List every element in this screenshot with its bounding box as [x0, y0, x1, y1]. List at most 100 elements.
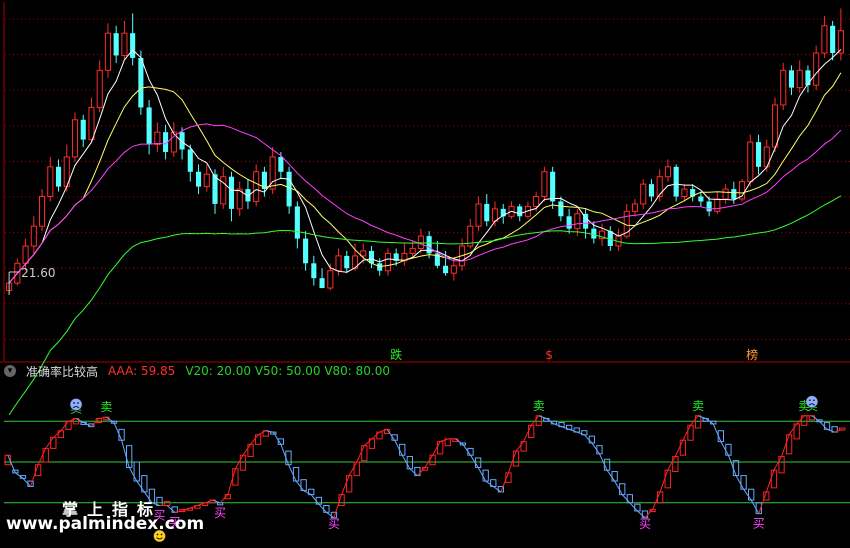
candle-body-down	[648, 184, 655, 197]
oscillator-bar	[65, 420, 72, 430]
oscillator-segment	[492, 486, 502, 493]
oscillator-segment	[136, 480, 145, 493]
ma10-line	[8, 72, 842, 284]
oscillator-segment	[174, 510, 183, 513]
candle-body-down	[484, 203, 490, 222]
candle-body-down	[517, 206, 523, 217]
candle-body-up	[541, 171, 548, 198]
oscillator-segment	[477, 467, 487, 482]
oscillator-bar	[482, 469, 489, 482]
oscillator-segment	[834, 428, 843, 433]
oscillator-segment	[659, 469, 669, 493]
oscillator-segment	[765, 469, 775, 493]
candle-body-up	[360, 250, 367, 257]
sell-marker: 卖	[100, 400, 112, 414]
oscillator-bar	[770, 469, 778, 489]
face-eye	[808, 399, 811, 402]
oscillator-segment	[272, 431, 282, 445]
candle-body-down	[146, 107, 152, 145]
oscillator-segment	[614, 480, 623, 495]
face-eye	[812, 399, 815, 402]
oscillator-segment	[568, 428, 577, 433]
oscillator-segment	[530, 415, 540, 426]
oscillator-segment	[417, 467, 426, 476]
candle-body-up	[71, 119, 79, 158]
oscillator-segment	[576, 431, 585, 436]
oscillator-segment	[22, 477, 31, 487]
oscillator-bar	[725, 443, 732, 456]
stock-chart[interactable]: 21.60跌$榜 卖卖卖卖卖卖买买买买买买	[0, 0, 850, 544]
oscillator-segment	[98, 416, 107, 419]
oscillator-bar	[50, 437, 57, 449]
oscillator-segment	[363, 438, 373, 447]
candle-body-down	[673, 166, 679, 197]
oscillator-segment	[128, 467, 138, 482]
oscillator-segment	[674, 440, 684, 457]
oscillator-segment	[7, 455, 16, 474]
oscillator-bar	[399, 443, 406, 456]
candle-body-down	[830, 25, 836, 54]
oscillator-bar	[619, 483, 626, 496]
candle-body-up	[747, 141, 754, 183]
oscillator-bar	[596, 445, 603, 455]
oscillator-segment	[781, 434, 790, 457]
oscillator-segment	[735, 475, 745, 490]
oscillator-segment	[45, 437, 54, 449]
oscillator-segment	[788, 423, 798, 436]
oscillator-segment	[75, 418, 84, 424]
chevron-down-icon[interactable]: ▾	[4, 365, 16, 377]
candle-body-down	[706, 201, 712, 212]
oscillator-bar	[785, 434, 793, 455]
oscillator-segment	[561, 426, 570, 430]
candle-body-up	[220, 176, 227, 205]
candle-body-up	[121, 32, 128, 56]
candle-body-up	[417, 235, 424, 249]
candle-body-up	[47, 166, 54, 198]
candle-body-down	[443, 265, 449, 274]
sad-face-icon	[69, 398, 83, 411]
oscillator-bar	[254, 434, 262, 445]
oscillator-segment	[697, 415, 706, 419]
oscillator-segment	[462, 444, 471, 456]
ma60-line	[8, 195, 842, 416]
candle-body-up	[203, 173, 210, 188]
oscillator-segment	[743, 488, 752, 501]
oscillator-bar	[292, 466, 300, 482]
candle-body-up	[39, 196, 46, 227]
oscillator-segment	[242, 444, 251, 456]
candle-body-up	[714, 198, 721, 212]
oscillator-segment	[250, 434, 259, 445]
candle-body-down	[344, 255, 350, 269]
candle-body-down	[558, 201, 564, 217]
candle-body-down	[113, 33, 119, 56]
oscillator-segment	[485, 480, 494, 487]
oscillator-segment	[553, 423, 562, 428]
low-price-label: 21.60	[21, 266, 55, 280]
oscillator-bar	[42, 447, 49, 463]
oscillator-bar	[323, 505, 330, 513]
candle-body-down	[55, 166, 62, 187]
oscillator-segment	[621, 494, 631, 504]
candle-body-up	[154, 131, 161, 146]
oscillator-segment	[796, 415, 805, 425]
oscillator-segment	[515, 441, 525, 452]
candle-body-up	[681, 188, 688, 198]
oscillator-segment	[826, 428, 835, 433]
candle-body-up	[30, 225, 37, 247]
indicator-legend: ▾ 准确率比较高 AAA: 59.85 V20: 20.00 V50: 50.0…	[4, 363, 390, 379]
oscillator-bar	[239, 454, 247, 471]
candle-body-up	[384, 252, 391, 272]
candle-body-down	[311, 263, 317, 279]
oscillator-segment	[652, 491, 661, 510]
oscillator-segment	[424, 454, 434, 468]
oscillator-segment	[333, 494, 343, 518]
oscillator-segment	[379, 428, 388, 433]
oscillator-segment	[690, 415, 699, 426]
oscillator-segment	[667, 456, 676, 471]
oscillator-segment	[712, 423, 722, 442]
oscillator-segment	[682, 425, 691, 441]
candle-body-up	[104, 32, 111, 71]
oscillator-bar	[732, 460, 740, 477]
candle-body-down	[294, 206, 300, 239]
oscillator-bar	[520, 441, 527, 452]
